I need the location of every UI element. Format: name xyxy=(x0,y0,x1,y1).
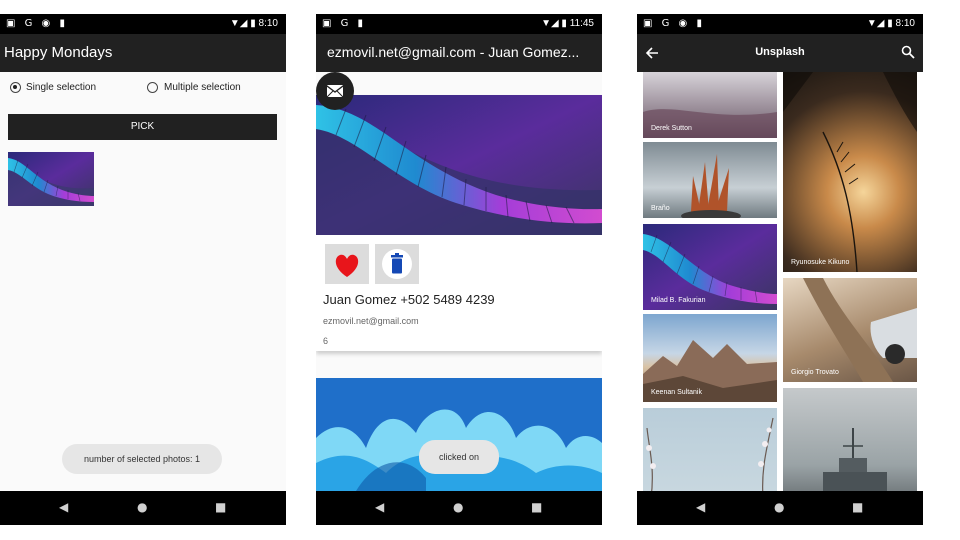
photo-tile[interactable]: Ryunosuke Kikuno xyxy=(783,72,917,272)
photographer-name: Braño xyxy=(651,205,670,212)
back-icon[interactable]: ◀ xyxy=(59,500,68,514)
next-contact-photo[interactable] xyxy=(316,378,602,491)
pick-button[interactable]: PICK xyxy=(8,114,277,140)
status-left-icons: ▣ G ◉ ▮ xyxy=(643,18,705,29)
multiple-selection-label: Multiple selection xyxy=(164,82,241,93)
photo-tile[interactable] xyxy=(643,408,777,498)
phone-screen-happy-mondays: ▣ G ◉ ▮ ▼◢ ▮ 8:10 Happy Mondays Single s… xyxy=(0,14,286,525)
selected-photo-thumbnail[interactable] xyxy=(8,152,94,206)
delete-button[interactable] xyxy=(375,244,419,284)
status-bar: ▣ G ▮ ▼◢ ▮ 11:45 xyxy=(316,14,602,34)
status-right-icons: ▼◢ ▮ 11:45 xyxy=(541,18,594,29)
photographer-name: Keenan Sultanik xyxy=(651,389,702,396)
app-title: Happy Mondays xyxy=(4,44,113,61)
favorite-button[interactable] xyxy=(325,244,369,284)
photo-tile[interactable] xyxy=(783,388,917,498)
navigation-bar: ◀ ● ■ xyxy=(0,491,286,525)
app-title: Unsplash xyxy=(755,46,805,58)
contact-card xyxy=(316,95,602,351)
home-icon[interactable]: ● xyxy=(137,500,147,514)
recents-icon[interactable]: ■ xyxy=(215,500,226,514)
photo-tile[interactable]: Giorgio Trovato xyxy=(783,278,917,382)
contact-count: 6 xyxy=(323,336,329,346)
photo-tile[interactable]: Milad B. Fakurian xyxy=(643,224,777,310)
status-right-icons: ▼◢ ▮ 8:10 xyxy=(866,18,915,29)
home-icon[interactable]: ● xyxy=(774,500,784,514)
recents-icon[interactable]: ■ xyxy=(531,500,542,514)
app-bar: Happy Mondays xyxy=(0,34,286,72)
phone-screen-unsplash: ▣ G ◉ ▮ ▼◢ ▮ 8:10 Unsplash Derek Sutton … xyxy=(637,14,923,525)
status-right-icons: ▼◢ ▮ 8:10 xyxy=(229,18,278,29)
mail-icon xyxy=(326,85,344,98)
navigation-bar: ◀ ● ■ xyxy=(637,491,923,525)
email-button[interactable] xyxy=(316,72,354,110)
status-bar: ▣ G ◉ ▮ ▼◢ ▮ 8:10 xyxy=(0,14,286,34)
home-icon[interactable]: ● xyxy=(453,500,463,514)
contact-photo[interactable] xyxy=(316,95,602,235)
app-title: ezmovil.net@gmail.com - Juan Gomez... xyxy=(327,44,580,60)
photographer-name: Derek Sutton xyxy=(651,125,692,132)
back-icon[interactable]: ◀ xyxy=(375,500,384,514)
multiple-selection-radio[interactable] xyxy=(147,82,158,93)
photographer-name: Ryunosuke Kikuno xyxy=(791,259,850,266)
search-icon[interactable] xyxy=(901,45,915,59)
photo-tile[interactable]: Derek Sutton xyxy=(643,72,777,138)
heart-icon xyxy=(335,254,359,277)
status-bar: ▣ G ◉ ▮ ▼◢ ▮ 8:10 xyxy=(637,14,923,34)
contact-name-phone: Juan Gomez +502 5489 4239 xyxy=(323,292,495,307)
toast-message: clicked on xyxy=(419,440,499,474)
photo-tile[interactable]: Keenan Sultanik xyxy=(643,314,777,402)
photographer-name: Milad B. Fakurian xyxy=(651,297,706,304)
app-bar: Unsplash xyxy=(637,34,923,72)
status-left-icons: ▣ G ◉ ▮ xyxy=(6,18,68,29)
selection-mode-group: Single selection Multiple selection xyxy=(0,80,286,98)
toast-message: number of selected photos: 1 xyxy=(62,444,222,474)
trash-icon xyxy=(382,249,412,279)
navigation-bar: ◀ ● ■ xyxy=(316,491,602,525)
status-left-icons: ▣ G ▮ xyxy=(322,18,367,29)
single-selection-radio[interactable] xyxy=(10,82,21,93)
app-bar: ezmovil.net@gmail.com - Juan Gomez... xyxy=(316,34,602,72)
recents-icon[interactable]: ■ xyxy=(852,500,863,514)
phone-screen-contact-detail: ▣ G ▮ ▼◢ ▮ 11:45 ezmovil.net@gmail.com -… xyxy=(316,14,602,525)
back-icon[interactable]: ◀ xyxy=(696,500,705,514)
single-selection-label: Single selection xyxy=(26,82,97,93)
photographer-name: Giorgio Trovato xyxy=(791,369,839,376)
contact-email: ezmovil.net@gmail.com xyxy=(323,316,419,326)
photo-tile[interactable]: Braño xyxy=(643,142,777,218)
